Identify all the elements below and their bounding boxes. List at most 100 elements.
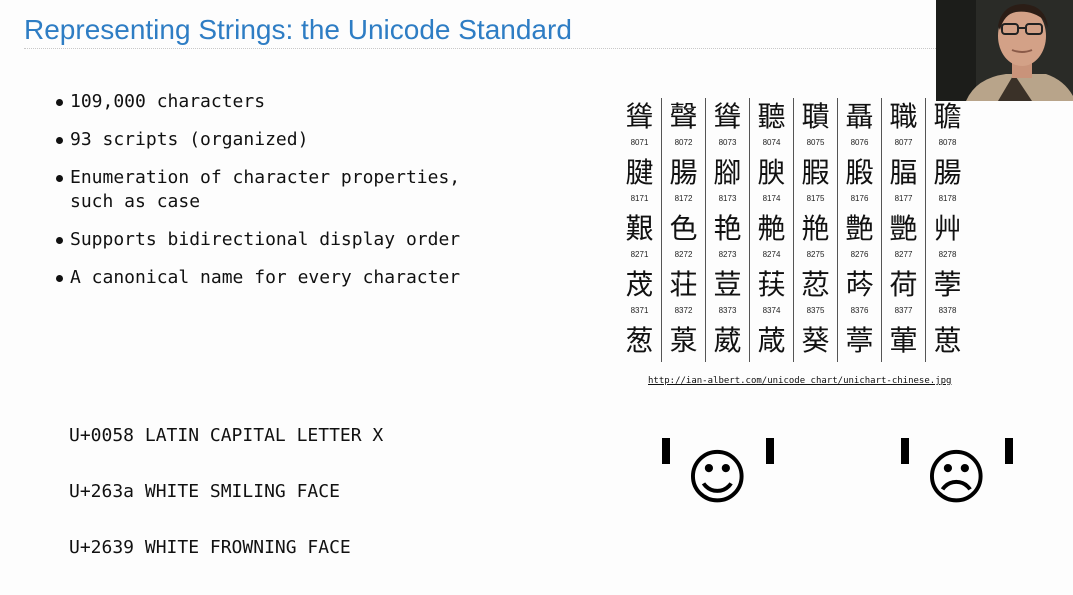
chart-cell-codepoint: 8275 [806, 250, 825, 259]
chart-cell-codepoint: 8476 [838, 361, 881, 362]
chart-cell-codepoint: 8274 [762, 250, 781, 259]
chart-cell: 艵 8275 [794, 210, 838, 266]
chart-cell-glyph: 荗 [625, 268, 654, 301]
chart-cell-glyph: 腳 [713, 156, 742, 189]
chart-cell-glyph: 聽 [757, 100, 786, 133]
chart-cell-glyph: 葸 [933, 324, 962, 357]
chart-cell-codepoint: 8073 [718, 138, 737, 147]
chart-cell-glyph: 腱 [625, 156, 654, 189]
chart-cell-glyph: 荴 [757, 268, 786, 301]
chart-cell-glyph: 腸 [669, 156, 698, 189]
chart-cell: 職 8077 [882, 98, 926, 154]
chart-cell-glyph: 聸 [933, 100, 962, 133]
chart-cell-glyph: 荸 [933, 268, 962, 301]
chart-cell-codepoint: 8477 [882, 361, 925, 362]
chart-cell: 葳 8473 [706, 322, 750, 362]
chart-cell-codepoint: 8278 [938, 250, 957, 259]
chart-cell: 腷 8177 [882, 154, 926, 210]
chart-source-link[interactable]: http://ian-albert.com/unicode_chart/unic… [648, 376, 951, 386]
chart-cell: 聶 8076 [838, 98, 882, 154]
chart-cell-glyph: 荶 [845, 268, 874, 301]
chart-cell: 葴 8474 [750, 322, 794, 362]
chart-cell-glyph: 艱 [625, 212, 654, 245]
chart-cell-codepoint: 8272 [674, 250, 693, 259]
chart-cell-glyph: 聶 [845, 100, 874, 133]
chart-cell-glyph: 艸 [933, 212, 962, 245]
chart-cell: 腶 8176 [838, 154, 882, 210]
chart-cell: 葸 8478 [926, 322, 968, 362]
unicode-cjk-chart-image: 聳 8071 聲 8072 聳 8073 聽 8074 聵 8075 聶 8076 職 8077 聸 8078… [618, 98, 968, 362]
chart-cell-glyph: 葲 [669, 324, 698, 357]
smiling-face-char: ☺ [662, 438, 778, 508]
chart-cell-codepoint: 8474 [750, 361, 793, 362]
quote-mark-left [901, 438, 909, 464]
chart-cell-glyph: 艴 [757, 212, 786, 245]
chart-cell-glyph: 腶 [845, 156, 874, 189]
chart-cell-glyph: 腵 [801, 156, 830, 189]
chart-cell-codepoint: 8376 [850, 306, 869, 315]
chart-cell-glyph: 葴 [757, 324, 786, 357]
chart-cell-codepoint: 8478 [926, 361, 968, 362]
title-divider [24, 48, 936, 49]
chart-cell: 腸 8172 [662, 154, 706, 210]
chart-cell-codepoint: 8077 [894, 138, 913, 147]
frowning-face-icon: ☹ [925, 443, 988, 513]
chart-cell: 荶 8376 [838, 266, 882, 322]
chart-cell: 葲 8472 [662, 322, 706, 362]
bullet-text: 109,000 characters [70, 91, 266, 112]
chart-cell: 聸 8078 [926, 98, 968, 154]
frowning-face-char: ☹ [901, 438, 1017, 508]
chart-cell-codepoint: 8076 [850, 138, 869, 147]
chart-cell-glyph: 荘 [669, 268, 698, 301]
chart-cell-glyph: 葶 [845, 324, 874, 357]
chart-cell-codepoint: 8075 [806, 138, 825, 147]
bullet-text: 93 scripts (organized) [70, 129, 309, 150]
quote-mark-left [662, 438, 670, 464]
chart-cell: 艷 8277 [882, 210, 926, 266]
chart-cell: 聳 8073 [706, 98, 750, 154]
chart-cell-codepoint: 8375 [806, 306, 825, 315]
codepoint-smiling-face: U+263a WHITE SMILING FACE [69, 481, 340, 502]
chart-cell-codepoint: 8174 [762, 194, 781, 203]
bullet-item: A canonical name for every character [54, 266, 460, 290]
chart-cell: 聵 8075 [794, 98, 838, 154]
presenter-image [936, 0, 1073, 101]
chart-cell-glyph: 聲 [669, 100, 698, 133]
chart-cell-glyph: 葱 [625, 324, 654, 357]
chart-cell-glyph: 色 [669, 212, 698, 245]
chart-cell-codepoint: 8277 [894, 250, 913, 259]
chart-cell-codepoint: 8271 [630, 250, 649, 259]
chart-cell-codepoint: 8071 [630, 138, 649, 147]
chart-cell-glyph: 聵 [801, 100, 830, 133]
chart-cell: 腸 8178 [926, 154, 968, 210]
chart-cell-codepoint: 8171 [630, 194, 649, 203]
chart-cell-codepoint: 8371 [630, 306, 649, 315]
chart-cell-glyph: 荳 [713, 268, 742, 301]
chart-cell-glyph: 艳 [713, 212, 742, 245]
chart-cell: 色 8272 [662, 210, 706, 266]
chart-cell: 艳 8273 [706, 210, 750, 266]
slide-title: Representing Strings: the Unicode Standa… [24, 14, 572, 45]
chart-cell: 艸 8278 [926, 210, 968, 266]
chart-cell: 聲 8072 [662, 98, 706, 154]
chart-cell: 聽 8074 [750, 98, 794, 154]
chart-cell-codepoint: 8473 [706, 361, 749, 362]
chart-cell-glyph: 腴 [757, 156, 786, 189]
bullet-item: Enumeration of character properties, suc… [54, 166, 460, 214]
chart-cell-glyph: 艶 [845, 212, 874, 245]
chart-cell-codepoint: 8072 [674, 138, 693, 147]
chart-cell: 腳 8173 [706, 154, 750, 210]
chart-cell-codepoint: 8172 [674, 194, 693, 203]
chart-cell-codepoint: 8173 [718, 194, 737, 203]
chart-cell: 荗 8371 [618, 266, 662, 322]
chart-cell-glyph: 職 [889, 100, 918, 133]
chart-cell: 葶 8476 [838, 322, 882, 362]
codepoint-latin-x: U+0058 LATIN CAPITAL LETTER X [69, 425, 384, 446]
chart-cell-codepoint: 8378 [938, 306, 957, 315]
chart-cell: 荘 8372 [662, 266, 706, 322]
chart-cell: 荷 8377 [882, 266, 926, 322]
chart-cell: 聳 8071 [618, 98, 662, 154]
chart-cell: 艴 8274 [750, 210, 794, 266]
chart-cell-codepoint: 8374 [762, 306, 781, 315]
smiling-face-icon: ☺ [686, 443, 749, 513]
